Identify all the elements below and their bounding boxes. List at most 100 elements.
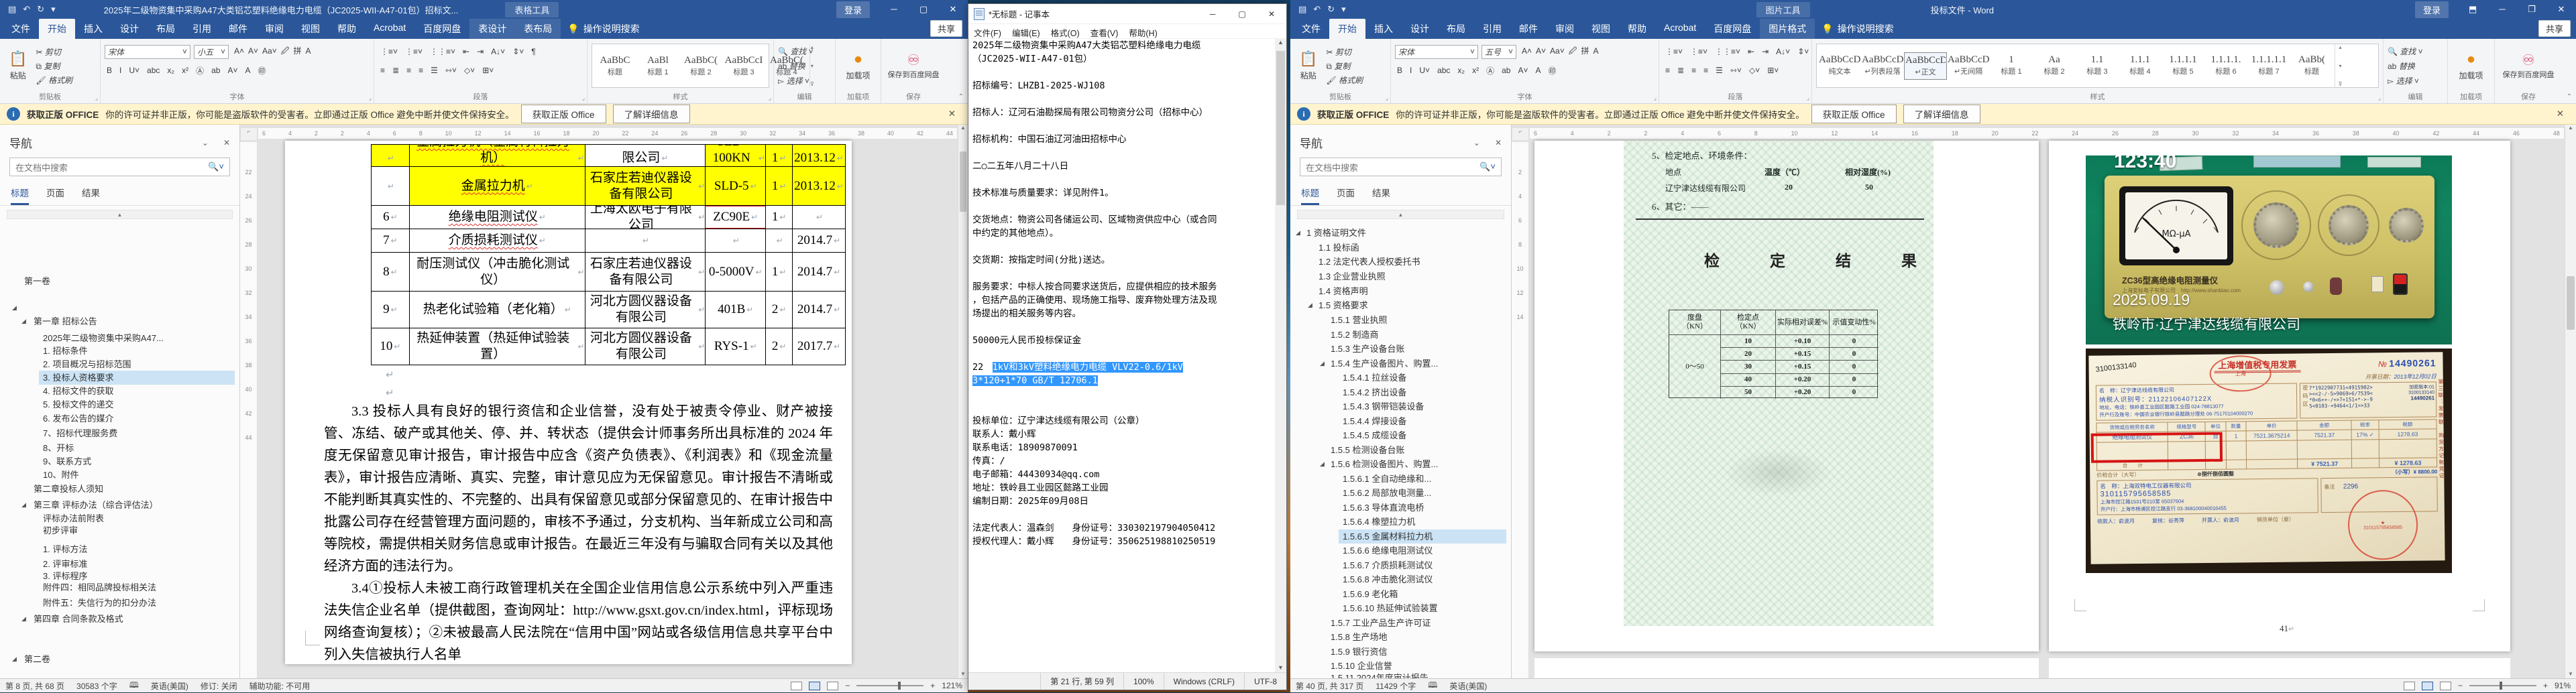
redo-icon[interactable]: ↻ <box>1327 4 1335 15</box>
nav-item[interactable]: 1.5.6.5 金属材料拉力机 <box>1290 529 1511 544</box>
ribbon-format-icon[interactable]: ≣ <box>390 65 401 76</box>
table-cell[interactable]: 介质损耗测试仪 ↵ <box>409 229 585 253</box>
learn-more-button[interactable]: 了解详细信息 <box>612 105 690 123</box>
ribbon-format-icon[interactable]: ⋮⋮≡˅ <box>428 46 457 57</box>
table-cell[interactable]: 耐压测试仪（冲击脆化测试仪） ↵ <box>409 253 585 292</box>
ribbon-format-icon[interactable]: Aa˅ <box>260 46 279 56</box>
font-name-select[interactable]: 宋体 ˅ <box>1395 44 1478 59</box>
nav-item[interactable]: 1. 招标条件 <box>0 344 239 358</box>
nav-collapse-icon[interactable]: ⌄ <box>202 138 209 147</box>
ribbon-format-icon[interactable]: ⇿˅ <box>1728 65 1744 76</box>
ribbon-tab-开始[interactable]: 开始 <box>1329 19 1365 39</box>
nav-tab-标题[interactable]: 标题 <box>1301 186 1319 205</box>
menu-查看(V)[interactable]: 查看(V) <box>1085 24 1124 38</box>
nav-item[interactable]: ◢ <box>0 301 239 315</box>
nav-item[interactable]: 1.5.6.9 老化箱 <box>1290 587 1511 601</box>
notepad-scrollbar[interactable]: ▲ ▼ <box>1275 39 1286 672</box>
ribbon-tab-插入[interactable]: 插入 <box>1365 19 1402 39</box>
table-cell[interactable]: 2 ↵ <box>766 328 793 365</box>
learn-more-button[interactable]: 了解详细信息 <box>1903 105 1980 123</box>
ribbon-tab-文件[interactable]: 文件 <box>3 19 39 39</box>
nav-expand-icon[interactable]: ◢ <box>21 314 26 328</box>
ribbon-tab-视图[interactable]: 视图 <box>1583 19 1619 39</box>
nav-item[interactable]: ◢ 1.5.4 生产设备图片、购置... <box>1290 357 1511 371</box>
nav-top-button[interactable]: ▲ <box>1297 210 1504 219</box>
ribbon-format-icon[interactable]: ⋮≡˅ <box>1663 46 1685 57</box>
nav-item[interactable]: 1.5.6.6 绝缘电阻测试仪 <box>1290 544 1511 558</box>
nav-item[interactable]: 1.5.4.5 成缆设备 <box>1290 428 1511 442</box>
get-office-button[interactable]: 获取正版 Office <box>1811 105 1897 123</box>
zoom-out-button[interactable]: − <box>2458 681 2463 690</box>
nav-item[interactable]: 1.5.6.10 热延伸试验装置 <box>1290 601 1511 615</box>
copy-button[interactable]: ⧉ 复制 <box>1326 60 1363 72</box>
nav-item[interactable]: 1.3 企业营业执照 <box>1290 269 1511 284</box>
close-button[interactable]: ✕ <box>2546 0 2576 19</box>
cut-button[interactable]: ✂ 剪切 <box>36 46 72 58</box>
nav-item[interactable]: ◢ 第四章 合同条款及格式 <box>0 612 239 626</box>
nav-tab-标题[interactable]: 标题 <box>11 186 29 205</box>
table-cell[interactable]: 7 ↵ <box>372 229 410 253</box>
notepad-text-area[interactable]: 2025年二级物资集中采购A47大类铝芯塑料绝缘电力电缆 （JC2025-WII-… <box>968 39 1275 672</box>
addins-button[interactable]: ● 加载项 <box>840 42 877 90</box>
table-cell[interactable]: 1 ↵ <box>766 206 793 229</box>
paragraph-3-3[interactable]: 3.3 投标人具有良好的银行资信和企业信誉，没有处于被责令停业、财产被接管、冻结… <box>324 401 833 666</box>
ribbon-tab-开始[interactable]: 开始 <box>39 19 75 39</box>
ribbon-format-icon[interactable]: ≡ <box>378 65 387 76</box>
replace-button[interactable]: ab 替换 <box>778 60 831 72</box>
ribbon-format-icon[interactable]: ≡ <box>1701 65 1710 76</box>
document-page[interactable]: ↵金属拉力机（金属材料拉力机）↵限公司↵SLD-100KN↵1↵2013.12↵… <box>285 141 852 664</box>
ribbon-tab-文件[interactable]: 文件 <box>1293 19 1329 39</box>
nav-item[interactable]: 第二章投标人须知 <box>0 482 239 496</box>
table-cell[interactable]: ↵ <box>585 229 706 253</box>
ribbon-format-icon[interactable]: ◇˅ <box>1747 65 1762 76</box>
zoom-slider[interactable] <box>2469 682 2536 690</box>
web-layout-button[interactable] <box>827 681 839 690</box>
ribbon-format-icon[interactable]: A˄ <box>232 46 246 56</box>
font-size-select[interactable]: 小五 ˅ <box>194 44 229 59</box>
format-painter-button[interactable]: 🖌 格式刷 <box>1326 74 1363 86</box>
ribbon-format-icon[interactable]: ≡ <box>404 65 413 76</box>
nav-tab-结果[interactable]: 结果 <box>1372 186 1390 205</box>
signin-button[interactable]: 登录 <box>2414 1 2449 18</box>
ribbon-format-icon[interactable]: ⇤ <box>461 46 471 57</box>
menu-格式(O)[interactable]: 格式(O) <box>1046 24 1085 38</box>
ribbon-format-icon[interactable]: B <box>105 65 114 76</box>
nav-item[interactable]: 1.5.6.8 冲击脆化测试仪 <box>1290 572 1511 586</box>
nav-item[interactable]: 1.5.3 生产设备台账 <box>1290 342 1511 356</box>
language-indicator[interactable]: 英语(美国) <box>151 680 188 692</box>
ribbon-format-icon[interactable]: ab <box>209 65 222 76</box>
nav-item[interactable]: ◢ 第二卷 <box>0 652 239 666</box>
style-item-标题[interactable]: AaBb(标题 <box>2290 52 2333 80</box>
nav-tab-页面[interactable]: 页面 <box>46 186 64 205</box>
ribbon-format-icon[interactable]: 🖉 <box>279 44 292 60</box>
nav-item[interactable]: 2025年二级物资集中采购A47... <box>0 331 239 345</box>
nav-item[interactable]: 附件四：相同品牌投标相关法 <box>0 580 239 594</box>
proofing-icon[interactable]: 🕮 <box>1428 679 1437 693</box>
nav-item[interactable]: 1.4 资格声明 <box>1290 284 1511 298</box>
table-cell[interactable]: 1 ↵ <box>766 167 793 206</box>
ribbon-format-icon[interactable]: x₂ <box>165 65 176 76</box>
ribbon-format-icon[interactable]: A˅ <box>1534 46 1548 56</box>
ribbon-format-icon[interactable]: ⋮≡˅ <box>378 46 400 57</box>
table-cell[interactable]: ↵ <box>766 229 793 253</box>
ribbon-format-icon[interactable]: x² <box>180 65 190 76</box>
nav-item[interactable]: 1.5.5 检测设备台账 <box>1290 443 1511 457</box>
paste-button[interactable]: 📋 粘贴 <box>4 42 32 90</box>
nav-tab-页面[interactable]: 页面 <box>1337 186 1355 205</box>
style-item-标题 4[interactable]: 1.1.1 标题 4 <box>2119 52 2162 80</box>
nav-item[interactable]: 1.5.6.7 介质损耗测试仪 <box>1290 558 1511 572</box>
nav-item[interactable]: 1.5.6.4 橡塑拉力机 <box>1290 515 1511 529</box>
nav-expand-icon[interactable]: ◢ <box>1320 457 1325 471</box>
replace-button[interactable]: ab 替换 <box>2388 60 2443 72</box>
ribbon-format-icon[interactable]: Ⓐ <box>1484 64 1496 77</box>
web-layout-button[interactable] <box>2439 681 2451 690</box>
zoom-level[interactable]: 91% <box>2555 681 2571 690</box>
table-cell[interactable]: 1 ↵ <box>766 145 793 167</box>
share-button[interactable]: 共享 <box>2538 20 2571 37</box>
nav-item[interactable]: 9、联系方式 <box>0 454 239 468</box>
addins-button[interactable]: ● 加载项 <box>2452 42 2490 90</box>
table-cell[interactable]: 8 ↵ <box>372 253 410 292</box>
table-cell[interactable]: ZC90E ↵ <box>706 206 767 229</box>
ribbon-tab-引用[interactable]: 引用 <box>1474 19 1510 39</box>
nav-item[interactable]: 1.5.7 工业产品生产许可证 <box>1290 616 1511 630</box>
